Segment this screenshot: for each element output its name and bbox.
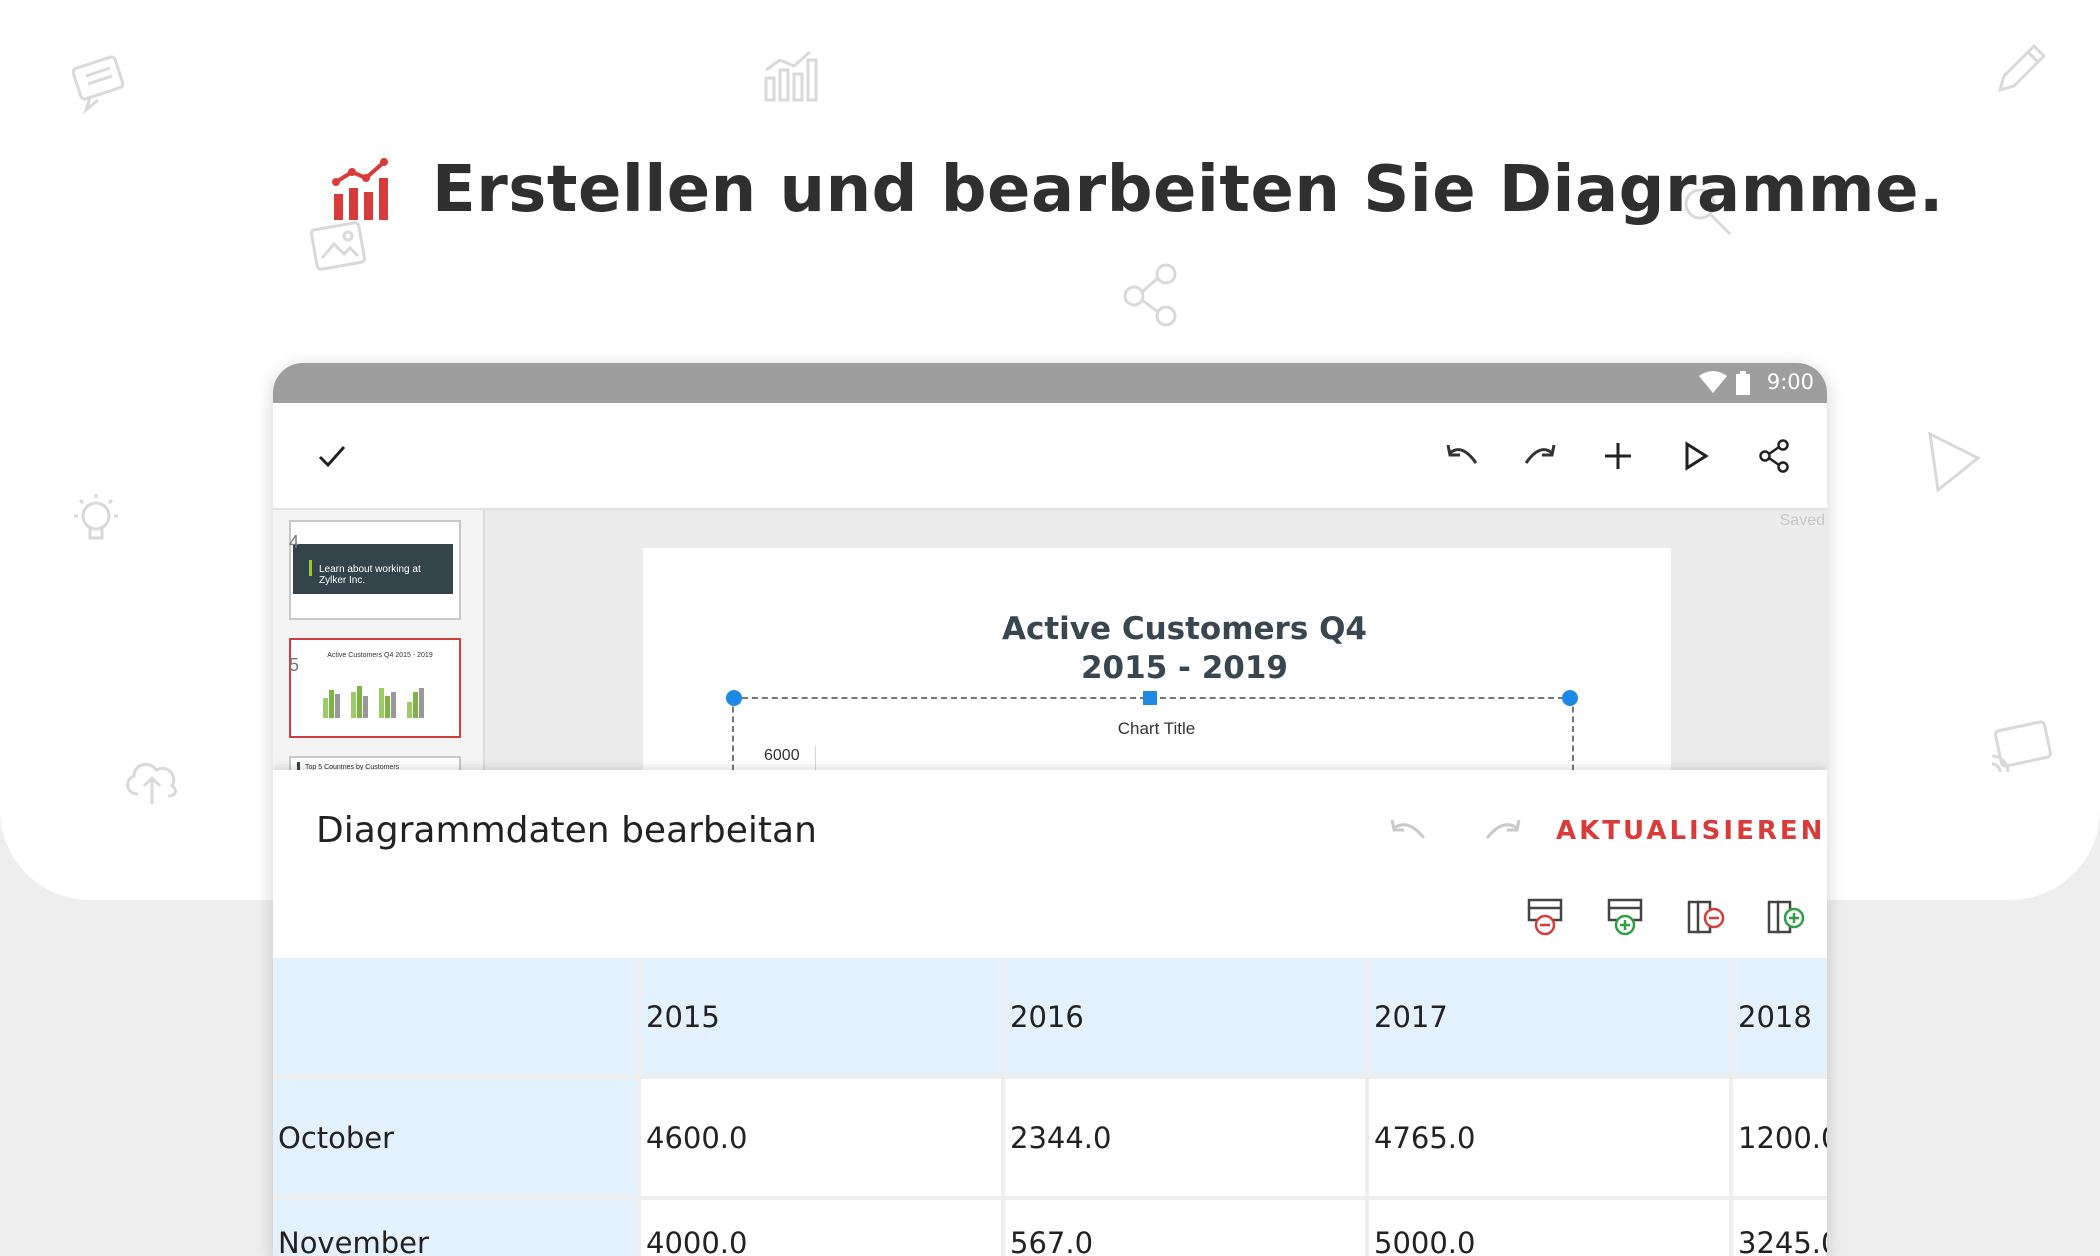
redo-icon[interactable] [1483, 816, 1523, 851]
status-time: 9:00 [1766, 370, 1814, 394]
headline: Erstellen und bearbeiten Sie Diagramme. [330, 140, 1944, 240]
table-row-label[interactable]: October [273, 1079, 637, 1196]
chart-growth-icon [330, 158, 394, 222]
battery-icon [1735, 371, 1751, 400]
cloud-upload-icon [120, 752, 184, 808]
table-cell[interactable]: 4765.0 [1369, 1079, 1729, 1196]
table-cell[interactable]: 4000.0 [641, 1200, 1001, 1256]
slide-thumbnails: Learn about working at Zylker Inc. 4 Act… [273, 510, 485, 856]
update-button[interactable]: AKTUALISIEREN [1556, 816, 1825, 846]
play-icon[interactable] [1677, 437, 1715, 475]
redo-icon[interactable] [1521, 437, 1559, 475]
delete-row-icon[interactable] [1526, 896, 1566, 938]
thumbnail-text: Learn about working at Zylker Inc. [319, 564, 421, 586]
tablet-screen: 9:00 Learn about working at Zylker Inc. [273, 363, 1827, 1256]
sheet-title: Diagrammdaten bearbeitan [316, 810, 817, 851]
saved-status: Saved [1779, 512, 1825, 529]
y-axis-tick-label: 6000 [764, 747, 800, 764]
table-gridline [637, 958, 641, 1256]
resize-handle-top-mid[interactable] [1143, 691, 1157, 705]
share-network-icon [1120, 262, 1182, 328]
play-outline-icon [1922, 428, 1986, 496]
add-row-icon[interactable] [1606, 896, 1646, 938]
status-bar: 9:00 [273, 363, 1827, 403]
table-gridline [273, 1075, 1827, 1079]
slide-workspace: Learn about working at Zylker Inc. 4 Act… [273, 510, 1827, 856]
table-gridline [1729, 958, 1733, 1256]
editor-toolbar [273, 403, 1827, 510]
thumbnail-number: 5 [289, 655, 300, 675]
headline-text: Erstellen und bearbeiten Sie Diagramme. [432, 153, 1944, 227]
bar-chart-icon [760, 48, 820, 108]
table-header-cell[interactable]: 2015 [641, 958, 1001, 1075]
slide-title-line-2: 2015 - 2019 [1080, 650, 1288, 686]
check-icon[interactable] [313, 437, 351, 475]
resize-handle-top-right[interactable] [1562, 690, 1578, 706]
table-cell[interactable]: 1200.0 [1733, 1079, 1827, 1196]
table-gridline [1365, 958, 1369, 1256]
comment-icon [68, 52, 132, 116]
slide-title-line-1: Active Customers Q4 [1001, 611, 1367, 647]
table-gridline [1001, 958, 1005, 1256]
table-cell[interactable]: 4600.0 [641, 1079, 1001, 1196]
share-icon[interactable] [1755, 437, 1793, 475]
lightbulb-icon [64, 488, 128, 552]
table-cell[interactable]: 3245.0 [1733, 1200, 1827, 1256]
table-cell[interactable]: 567.0 [1005, 1200, 1365, 1256]
table-gridline [273, 1196, 1827, 1200]
chart-data-sheet: Diagrammdaten bearbeitan AKTUALISIEREN 2… [273, 770, 1827, 1256]
resize-handle-top-left[interactable] [726, 690, 742, 706]
table-header-cell[interactable]: 2017 [1369, 958, 1729, 1075]
chart-title: Chart Title [1117, 719, 1196, 738]
slide-title: Active Customers Q4 2015 - 2019 [643, 610, 1726, 688]
table-cell[interactable]: 2344.0 [1005, 1079, 1365, 1196]
table-header-cell[interactable]: 2018 [1733, 958, 1827, 1075]
slide-thumbnail-4[interactable]: Learn about working at Zylker Inc. [289, 520, 461, 620]
undo-icon[interactable] [1388, 816, 1428, 851]
slide-thumbnail-5[interactable]: Active Customers Q4 2015 - 2019 [289, 638, 461, 738]
pencil-icon [1988, 38, 2052, 102]
table-row-label[interactable]: November [273, 1200, 637, 1256]
thumbnail-number: 4 [289, 532, 300, 552]
table-header-cell[interactable]: 2016 [1005, 958, 1365, 1075]
undo-icon[interactable] [1443, 437, 1481, 475]
table-cell[interactable]: 5000.0 [1369, 1200, 1729, 1256]
add-column-icon[interactable] [1766, 896, 1806, 938]
plus-icon[interactable] [1599, 437, 1637, 475]
wifi-icon [1699, 371, 1727, 398]
thumbnail-text: Active Customers Q4 2015 - 2019 [327, 652, 433, 659]
table-header-cell[interactable] [273, 958, 637, 1075]
cast-icon [1986, 718, 2056, 778]
thumbnail-mini-chart [321, 682, 441, 718]
delete-column-icon[interactable] [1686, 896, 1726, 938]
